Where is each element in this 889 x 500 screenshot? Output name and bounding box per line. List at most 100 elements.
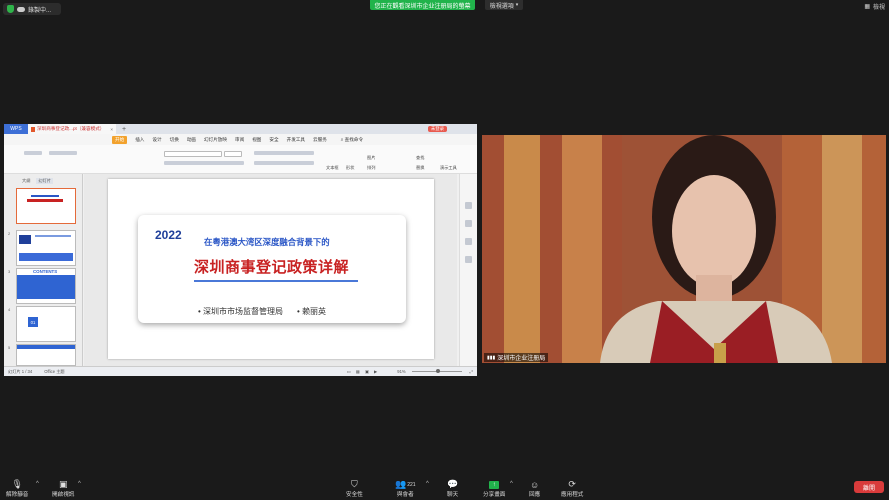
replace-tool[interactable]: 替换 xyxy=(416,165,424,171)
shape-tool[interactable]: 形状 xyxy=(346,165,354,171)
apps-label: 應用程式 xyxy=(561,492,584,498)
font-format-tools[interactable] xyxy=(164,161,244,165)
thumb-number-5: 5 xyxy=(8,345,11,350)
new-tab-icon[interactable]: + xyxy=(122,126,126,133)
slide-thumbnail-3[interactable]: CONTENTS xyxy=(16,268,76,304)
slide-thumbnail-2[interactable] xyxy=(16,230,76,266)
find-tool[interactable]: 查找 xyxy=(416,155,424,161)
arrange-tool[interactable]: 排列 xyxy=(367,165,375,171)
title-card: 2022 在粤港澳大湾区深度融合背景下的 深圳商事登记政策详解 • 深圳市市场监… xyxy=(138,215,406,323)
byline-org: • 深圳市市场监督管理局 xyxy=(198,307,284,316)
participant-video-image xyxy=(482,135,886,363)
menu-slideshow[interactable]: 幻灯片放映 xyxy=(204,137,227,143)
wps-titlebar: WPS 深圳商事登记政...pt（兼容模式） × + 未登录 xyxy=(4,124,477,134)
chat-label: 聊天 xyxy=(447,492,459,498)
muted-mic-icon: 🎙 xyxy=(11,479,23,489)
slide-thumbnail-4[interactable]: 01 xyxy=(16,306,76,342)
unmute-button[interactable]: 🎙 解除靜音 xyxy=(6,479,28,498)
security-button[interactable]: ⛉ 安全性 xyxy=(346,479,363,498)
participant-name: 深圳市企业注册局 xyxy=(497,356,546,362)
thumb-contents-label: CONTENTS xyxy=(33,269,58,274)
fit-window-icon[interactable]: ⤢ xyxy=(470,369,473,374)
theme-name: Office 主题 xyxy=(44,368,65,374)
menu-animation[interactable]: 动画 xyxy=(187,137,196,143)
current-slide[interactable]: 2022 在粤港澳大湾区深度融合背景下的 深圳商事登记政策详解 • 深圳市市场监… xyxy=(108,179,434,359)
textbox-tool[interactable]: 文本框 xyxy=(326,165,339,171)
menu-design[interactable]: 设计 xyxy=(152,137,161,143)
ppt-file-icon xyxy=(31,126,35,132)
apps-button[interactable]: ⟳ 應用程式 xyxy=(561,479,583,498)
document-tab[interactable]: 深圳商事登记政...pt（兼容模式） × xyxy=(28,124,116,134)
video-options-chevron-icon[interactable]: ^ xyxy=(78,481,81,487)
participant-video[interactable]: ▮▮▮ 深圳市企业注册局 xyxy=(482,135,886,363)
menu-cloud[interactable]: 云服务 xyxy=(313,137,327,143)
share-options-chevron-icon[interactable]: ^ xyxy=(510,481,513,487)
ribbon-menu: 开始 插入 设计 切换 动画 幻灯片放映 审阅 视图 安全 开发工具 云服务 ⌕… xyxy=(4,134,477,145)
search-command[interactable]: ⌕ 查找命令 xyxy=(341,137,363,143)
share-screen-button[interactable]: ↑ 分享畫面 xyxy=(483,479,505,498)
viewing-screen-banner: 您正在觀看深圳市企业注册局的螢幕 xyxy=(370,0,475,10)
share-screen-label: 分享畫面 xyxy=(483,492,506,498)
font-size-select[interactable] xyxy=(224,151,242,157)
audio-options-chevron-icon[interactable]: ^ xyxy=(36,481,39,487)
thumb-badge: 01 xyxy=(28,317,38,327)
slide-editor[interactable]: 2022 在粤港澳大湾区深度融合背景下的 深圳商事登记政策详解 • 深圳市市场监… xyxy=(84,174,457,366)
share-screen-icon: ↑ xyxy=(489,479,500,490)
menu-developer[interactable]: 开发工具 xyxy=(287,137,305,143)
slide-counter: 幻灯片 1 / 34 xyxy=(8,368,33,374)
reactions-button[interactable]: ☺ 回應 xyxy=(529,479,540,499)
participants-icon: 👥 221 xyxy=(395,479,416,489)
select-icon[interactable] xyxy=(465,220,472,227)
task-pane-strip xyxy=(459,174,477,366)
view-mode-button[interactable]: ▦ 檢視 xyxy=(864,2,885,11)
search-command-label: 查找命令 xyxy=(344,136,364,142)
start-video-button[interactable]: ▣ 開啟視訊 xyxy=(52,479,74,498)
menu-view[interactable]: 视图 xyxy=(252,137,261,143)
leave-meeting-button[interactable]: 離開 xyxy=(854,481,884,493)
document-tab-label: 深圳商事登记政...pt（兼容模式） xyxy=(37,126,105,131)
slide-title: 深圳商事登记政策详解 xyxy=(194,259,350,276)
chat-button[interactable]: 💬 聊天 xyxy=(447,479,458,498)
wps-statusbar: 幻灯片 1 / 34 Office 主题 ▭ ▦ ▣ ▶ 91% ⤢ xyxy=(4,366,477,376)
slide-thumbnail-1[interactable] xyxy=(16,188,76,224)
participants-chevron-icon[interactable]: ^ xyxy=(426,481,429,487)
slide-thumbnail-5[interactable] xyxy=(16,344,76,366)
login-badge[interactable]: 未登录 xyxy=(427,126,447,132)
title-underline xyxy=(194,280,358,282)
view-mode-label: 檢視 xyxy=(872,5,885,11)
slides-tab[interactable]: 幻灯片 xyxy=(36,178,53,184)
chevron-down-icon: ▾ xyxy=(515,2,519,8)
wps-home-tab[interactable]: WPS xyxy=(4,124,28,134)
close-tab-icon[interactable]: × xyxy=(110,127,113,132)
share-icon[interactable] xyxy=(465,256,472,263)
paragraph-tools[interactable] xyxy=(254,151,314,155)
presenter-tool[interactable]: 演示工具 xyxy=(440,165,457,171)
chat-bubble-icon: 💬 xyxy=(447,479,459,489)
signal-bars-icon: ▮▮▮ xyxy=(487,354,496,361)
animation-icon[interactable] xyxy=(465,238,472,245)
menu-security[interactable]: 安全 xyxy=(269,137,278,143)
apps-icon: ⟳ xyxy=(568,479,576,489)
menu-review[interactable]: 审阅 xyxy=(235,137,244,143)
smiley-icon: ☺ xyxy=(530,479,540,490)
style-icon[interactable] xyxy=(465,202,472,209)
alignment-tools[interactable] xyxy=(254,161,314,165)
slide-year: 2022 xyxy=(155,228,182,242)
pane-tabs: 大纲 幻灯片 xyxy=(22,178,53,184)
menu-home[interactable]: 开始 xyxy=(112,135,128,144)
view-options-label: 檢視選項 xyxy=(489,3,514,10)
font-name-select[interactable] xyxy=(164,151,222,157)
outline-tab[interactable]: 大纲 xyxy=(22,178,30,184)
menu-insert[interactable]: 插入 xyxy=(135,137,144,143)
menu-transition[interactable]: 切换 xyxy=(170,137,179,143)
zoom-slider[interactable] xyxy=(411,369,462,373)
slide-byline: • 深圳市市场监督管理局 • 赖丽英 xyxy=(198,306,326,317)
picture-tool[interactable]: 图片 xyxy=(367,155,375,161)
recording-indicator[interactable]: 錄製中... xyxy=(3,3,61,15)
paste-tool[interactable] xyxy=(24,151,42,155)
view-options-button[interactable]: 檢視選項 ▾ xyxy=(485,0,523,10)
slide-tools[interactable] xyxy=(49,151,77,155)
participants-button[interactable]: 👥 221 與會者 xyxy=(395,479,416,498)
slide-subtitle: 在粤港澳大湾区深度融合背景下的 xyxy=(204,237,330,247)
view-buttons[interactable]: ▭ ▦ ▣ ▶ xyxy=(347,369,380,374)
